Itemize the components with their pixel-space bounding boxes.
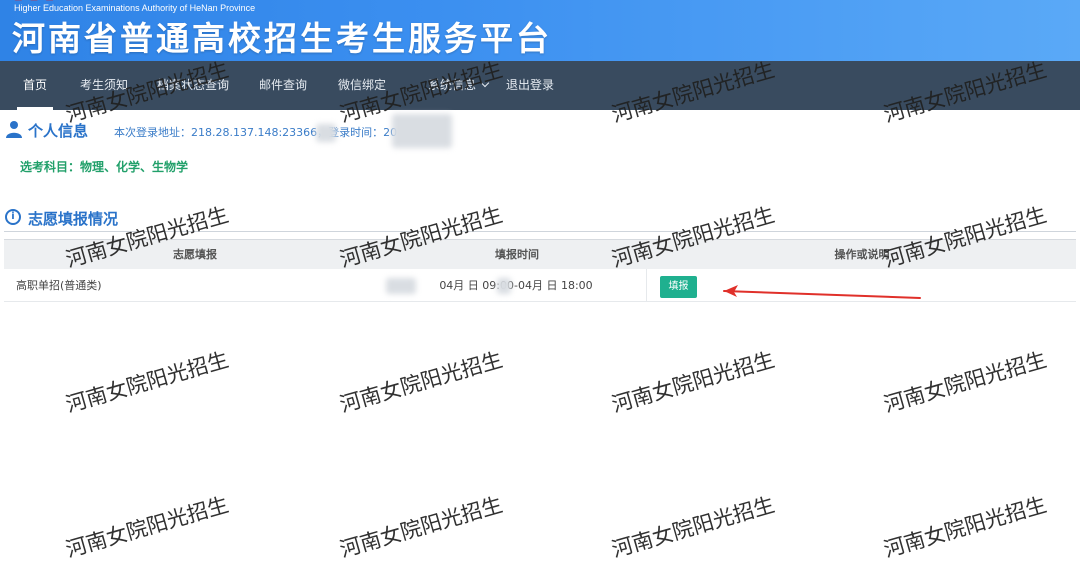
- nav-item-mail-query[interactable]: 邮件查询: [259, 61, 307, 110]
- row-fill-time: 04月 日 09:00-04月 日 18:00: [439, 279, 593, 292]
- watermark: 河南女院阳光招生: [881, 492, 1050, 562]
- login-info: 本次登录地址：218.28.137.148:23366，登录时间：20: [114, 126, 398, 139]
- cell-divider: [646, 269, 647, 302]
- volunteer-section-title: 志愿填报情况: [28, 210, 119, 228]
- nav-item-logout[interactable]: 退出登录: [506, 61, 554, 110]
- red-arrow-icon: [723, 285, 921, 299]
- nav-item-home[interactable]: 首页: [16, 61, 54, 110]
- watermark: 河南女院阳光招生: [881, 347, 1050, 417]
- watermark: 河南女院阳光招生: [63, 347, 232, 417]
- watermark: 河南女院阳光招生: [63, 492, 232, 562]
- blurred-region: [316, 124, 336, 142]
- watermark: 河南女院阳光招生: [609, 492, 778, 562]
- watermark: 河南女院阳光招生: [337, 492, 506, 562]
- fill-button[interactable]: 填报: [660, 276, 697, 298]
- elective-subjects: 选考科目：物理、化学、生物学: [20, 160, 189, 174]
- watermark: 河南女院阳光招生: [609, 347, 778, 417]
- info-circle-icon: i: [5, 209, 21, 225]
- blurred-region: [386, 278, 416, 294]
- watermark: 河南女院阳光招生: [337, 347, 506, 417]
- row-volunteer-name: 高职单招(普通类): [16, 279, 102, 292]
- banner-chinese-title: 河南省普通高校招生考生服务平台: [12, 19, 552, 58]
- blurred-region: [497, 278, 511, 294]
- header-banner: ▬ ▬ ▬ Higher Education Examinations Auth…: [0, 0, 1080, 61]
- user-icon: [6, 121, 22, 138]
- blurred-region: [392, 114, 452, 148]
